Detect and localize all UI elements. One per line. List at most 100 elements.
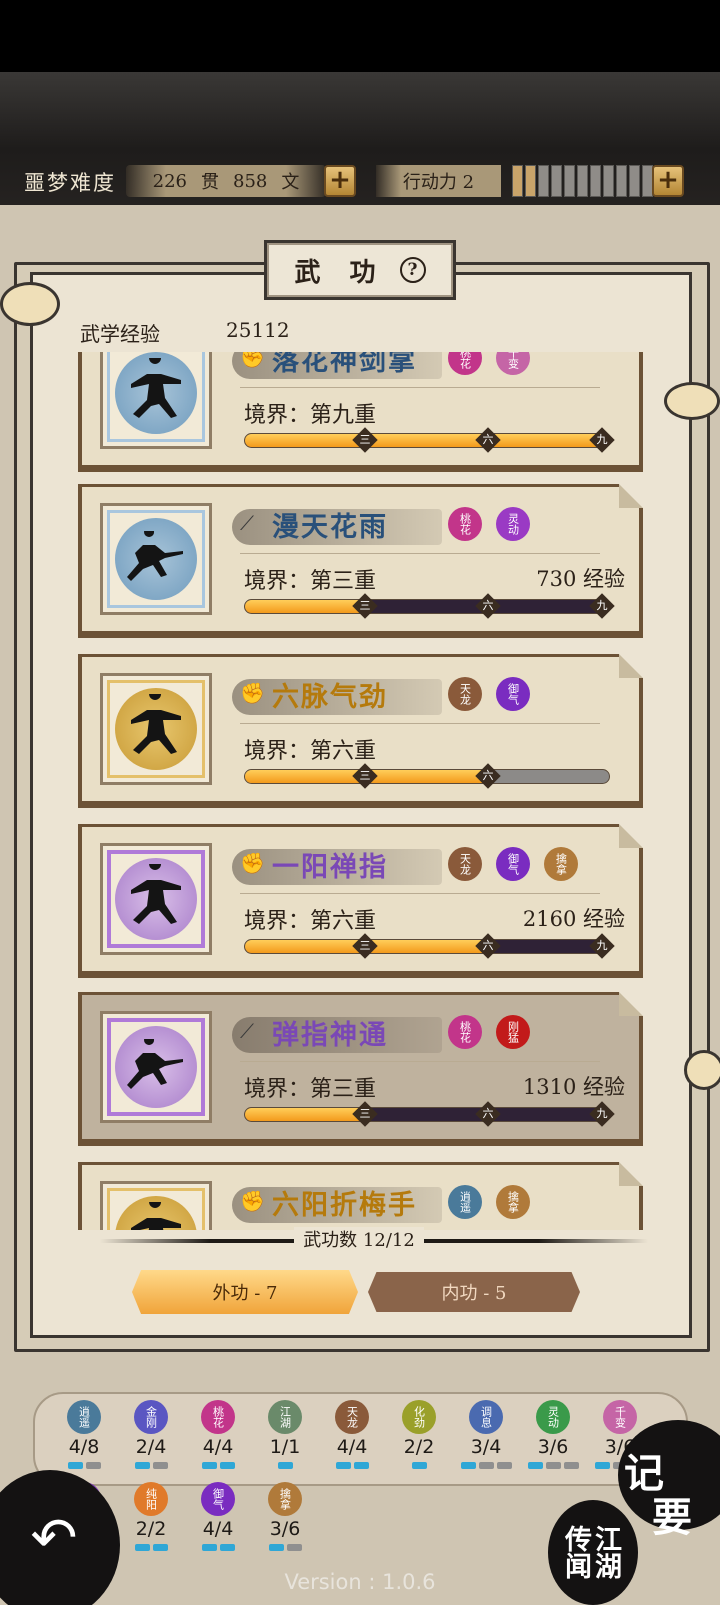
school-summary-item[interactable]: 调息 3/4	[455, 1400, 517, 1469]
skill-realm: 境界：第三重	[244, 1077, 377, 1102]
skill-realm: 境界：第三重	[244, 569, 377, 594]
school-pip	[563, 1462, 579, 1469]
dart-icon: ⟋	[240, 1019, 254, 1043]
skill-exp: 1310 经验	[522, 1075, 625, 1099]
skill-tags: 逍遥 擒拿	[448, 1185, 530, 1219]
school-icon: 桃花	[201, 1400, 235, 1434]
money-wen-value: 858	[233, 170, 268, 192]
skill-portrait	[100, 843, 212, 955]
school-pip	[219, 1462, 235, 1469]
skill-card[interactable]: ⟋ 漫天花雨 桃花 灵动 境界：第三重 730 经验三 六 九	[78, 484, 643, 638]
stamina-segment	[590, 165, 601, 197]
realm-marker: 三	[352, 763, 378, 789]
realm-marker-label: 三	[359, 599, 371, 612]
school-count: 3/6	[537, 1436, 569, 1458]
tab-inner-skills[interactable]: 内功 - 5	[368, 1272, 580, 1312]
card-divider	[240, 553, 600, 554]
skill-card[interactable]: ✊ 落花神剑掌 桃花 千变 境界：第九重三 六 九	[78, 352, 643, 472]
realm-marker-label: 六	[482, 433, 494, 446]
school-summary-item[interactable]: 灵动 3/6	[522, 1400, 584, 1469]
progress-fill	[245, 434, 609, 447]
add-money-button[interactable]: +	[324, 165, 356, 197]
school-summary-item[interactable]: 金刚 2/4	[120, 1400, 182, 1469]
skill-realm: 境界：第六重	[244, 739, 377, 764]
card-divider	[240, 723, 600, 724]
school-tag-badge: 御气	[496, 677, 530, 711]
money-wen-unit: 文	[281, 172, 300, 193]
school-count: 4/8	[68, 1436, 100, 1458]
realm-marker: 九	[588, 933, 615, 959]
realm-marker: 九	[588, 1101, 615, 1127]
school-tag-badge: 千变	[496, 352, 530, 375]
school-summary-item[interactable]: 江湖 1/1	[254, 1400, 316, 1469]
school-summary-item[interactable]: 擒拿 3/6	[254, 1482, 316, 1551]
school-pip	[527, 1462, 543, 1469]
realm-marker-label: 三	[359, 769, 371, 782]
help-icon[interactable]: ?	[399, 257, 426, 283]
skill-realm: 境界：第六重	[244, 909, 377, 934]
school-pips	[455, 1462, 517, 1469]
skill-card[interactable]: ✊ 一阳禅指 天龙 御气 擒拿 境界：第六重 2160 经验三 六 九	[78, 824, 643, 978]
realm-marker: 九	[588, 593, 615, 619]
memo-button[interactable]: 记 要	[624, 1452, 692, 1540]
school-tag-badge: 天龙	[448, 677, 482, 711]
skill-tags: 天龙 御气 擒拿	[448, 847, 578, 881]
school-summary-item[interactable]: 桃花 4/4	[187, 1400, 249, 1469]
school-tag-badge: 擒拿	[496, 1185, 530, 1219]
school-count: 3/6	[269, 1518, 301, 1540]
martial-xp-label: 武学经验	[80, 322, 160, 346]
school-tag-badge: 天龙	[448, 847, 482, 881]
school-icon: 调息	[469, 1400, 503, 1434]
school-summary-item[interactable]: 逍遥 4/8	[53, 1400, 115, 1469]
school-summary-item[interactable]: 御气 4/4	[187, 1482, 249, 1551]
tab-outer-skills[interactable]: 外功 - 7	[132, 1270, 358, 1314]
back-arrow-icon[interactable]: ↶	[20, 1508, 88, 1570]
skill-list[interactable]: ✊ 落花神剑掌 桃花 千变 境界：第九重三六九 ⟋ 漫天花雨 桃花 灵动 境界：第三重 730 经验…	[78, 352, 644, 1230]
skill-portrait	[100, 503, 212, 615]
stamina-segment	[577, 165, 588, 197]
school-icon: 天龙	[335, 1400, 369, 1434]
memo-char-1: 记	[624, 1450, 664, 1497]
skill-name: 六脉气劲	[272, 682, 388, 713]
school-summary-item[interactable]: 天龙 4/4	[321, 1400, 383, 1469]
school-tag-badge: 逍遥	[448, 1185, 482, 1219]
skill-progress-bar: 三六九	[244, 427, 615, 453]
skill-card[interactable]: ⟋ 弹指神通 桃花 刚猛 境界：第三重 1310 经验三 六 九	[78, 992, 643, 1146]
skill-portrait	[100, 1181, 212, 1230]
school-count: 2/4	[135, 1436, 167, 1458]
money-guan-value: 226	[152, 170, 187, 192]
skill-name: 落花神剑掌	[272, 352, 417, 377]
school-pip	[134, 1544, 150, 1551]
school-summary-item[interactable]: 化劲 2/2	[388, 1400, 450, 1469]
school-count: 4/4	[202, 1518, 234, 1540]
school-pips	[321, 1462, 383, 1469]
school-pip	[496, 1462, 512, 1469]
school-count: 3/4	[470, 1436, 502, 1458]
school-pips	[120, 1544, 182, 1551]
school-count: 2/2	[403, 1436, 435, 1458]
money-guan-unit: 贯	[201, 172, 219, 193]
portrait-frame	[107, 352, 205, 442]
school-pip	[478, 1462, 494, 1469]
skill-progress-bar: 三六	[244, 763, 610, 789]
skill-card[interactable]: ✊ 六阳折梅手 逍遥 擒拿	[78, 1162, 643, 1230]
skill-name: 漫天花雨	[272, 512, 388, 543]
school-tag-badge: 桃花	[448, 1015, 482, 1049]
skill-card[interactable]: ✊ 六脉气劲 天龙 御气 境界：第六重三六	[78, 654, 643, 808]
school-pip	[411, 1462, 427, 1469]
portrait-frame	[107, 510, 205, 608]
school-icon: 御气	[201, 1482, 235, 1516]
school-icon: 江湖	[268, 1400, 302, 1434]
portrait-frame	[107, 1188, 205, 1230]
skill-figure-icon	[115, 1196, 197, 1230]
school-pip	[85, 1462, 101, 1469]
realm-marker: 三	[352, 593, 378, 619]
add-stamina-button[interactable]: +	[652, 165, 684, 197]
skill-figure-icon	[115, 1026, 197, 1108]
skill-progress-bar: 三六九	[244, 1101, 615, 1127]
school-pip	[353, 1462, 369, 1469]
school-icon: 化劲	[402, 1400, 436, 1434]
school-summary-item[interactable]: 纯阳 2/2	[120, 1482, 182, 1551]
card-divider	[240, 893, 600, 894]
realm-marker-label: 三	[359, 939, 371, 952]
